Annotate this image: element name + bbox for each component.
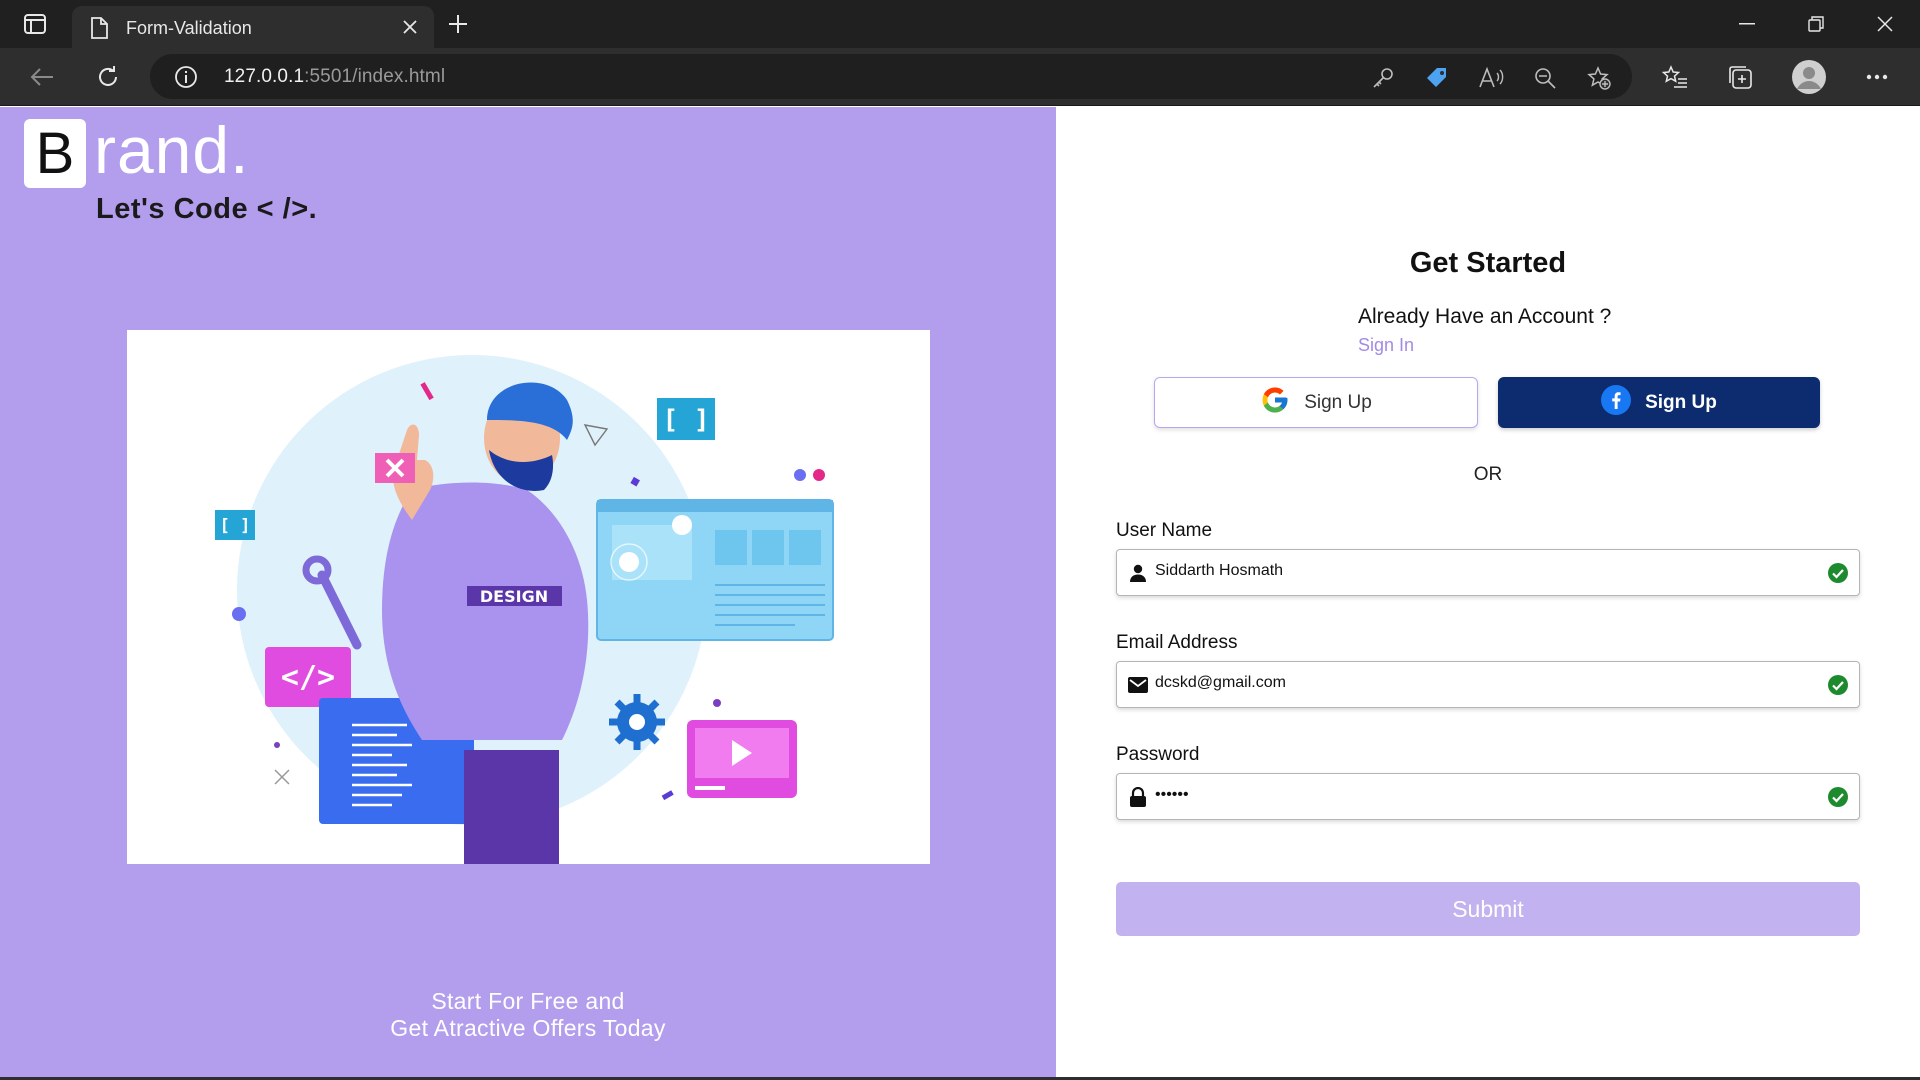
browser-tab-bar: Form-Validation bbox=[0, 0, 1920, 48]
design-label: DESIGN bbox=[480, 587, 548, 606]
close-tab-icon[interactable] bbox=[398, 15, 422, 39]
profile-avatar-icon[interactable] bbox=[1791, 59, 1827, 95]
password-field[interactable]: •••••• bbox=[1116, 773, 1860, 820]
password-value: •••••• bbox=[1155, 786, 1189, 803]
valid-check-icon bbox=[1827, 562, 1849, 589]
sign-in-link[interactable]: Sign In bbox=[1358, 335, 1414, 356]
email-value: dcskd@gmail.com bbox=[1155, 674, 1286, 691]
add-favorite-icon[interactable] bbox=[1586, 65, 1612, 91]
facebook-icon bbox=[1601, 384, 1632, 421]
envelope-icon bbox=[1127, 674, 1149, 696]
signup-form-panel: Get Started Already Have an Account ? Si… bbox=[1056, 107, 1920, 1080]
new-tab-icon[interactable] bbox=[444, 10, 472, 38]
svg-text:[ ]: [ ] bbox=[220, 516, 251, 536]
collections-icon[interactable] bbox=[1725, 62, 1755, 92]
zoom-out-icon[interactable] bbox=[1532, 65, 1558, 91]
tab-actions-icon[interactable] bbox=[14, 10, 56, 38]
page-icon bbox=[90, 17, 108, 44]
site-info-icon[interactable] bbox=[174, 65, 198, 94]
reload-icon[interactable] bbox=[91, 60, 125, 94]
address-bar[interactable]: 127.0.0.1:5501/index.html bbox=[150, 54, 1632, 99]
svg-text:[ ]: [ ] bbox=[663, 405, 710, 435]
facebook-signup-button[interactable]: Sign Up bbox=[1498, 377, 1820, 428]
key-icon[interactable] bbox=[1370, 65, 1396, 91]
valid-check-icon bbox=[1827, 674, 1849, 701]
email-label: Email Address bbox=[1116, 632, 1238, 653]
facebook-button-label: Sign Up bbox=[1645, 391, 1717, 413]
minimize-icon[interactable] bbox=[1720, 8, 1774, 40]
form-title: Get Started bbox=[1409, 247, 1567, 279]
user-icon bbox=[1127, 562, 1149, 584]
close-window-icon[interactable] bbox=[1858, 8, 1912, 40]
logo-text: rand. bbox=[94, 113, 250, 187]
username-field[interactable]: Siddarth Hosmath bbox=[1116, 549, 1860, 596]
left-panel: B rand. Let's Code < />. [ ] [] </> DES… bbox=[0, 107, 1056, 1080]
valid-check-icon bbox=[1827, 786, 1849, 813]
username-label: User Name bbox=[1116, 520, 1213, 541]
lock-icon bbox=[1127, 786, 1149, 808]
tagline: Let's Code < />. bbox=[96, 193, 318, 225]
submit-button[interactable]: Submit bbox=[1116, 882, 1860, 936]
hero-illustration: [ ] [ ] </> DESIGN bbox=[127, 330, 930, 864]
password-label: Password bbox=[1116, 744, 1200, 765]
browser-toolbar: 127.0.0.1:5501/index.html bbox=[0, 48, 1920, 106]
url-text: 127.0.0.1:5501/index.html bbox=[224, 66, 446, 87]
promo-line-1: Start For Free and bbox=[431, 988, 625, 1014]
promo-line-2: Get Atractive Offers Today bbox=[390, 1015, 666, 1041]
email-field[interactable]: dcskd@gmail.com bbox=[1116, 661, 1860, 708]
promo-text: Start For Free and Get Atractive Offers … bbox=[0, 988, 1056, 1042]
tab-title: Form-Validation bbox=[126, 18, 252, 38]
read-aloud-icon[interactable] bbox=[1478, 65, 1504, 91]
svg-text:</>: </> bbox=[281, 660, 335, 695]
more-menu-icon[interactable] bbox=[1862, 62, 1892, 92]
coupon-tag-icon[interactable] bbox=[1424, 65, 1450, 91]
google-button-label: Sign Up bbox=[1304, 391, 1372, 413]
back-icon[interactable] bbox=[25, 60, 59, 94]
logo-letter-box: B bbox=[24, 119, 86, 188]
or-divider: OR bbox=[1473, 464, 1503, 485]
username-value: Siddarth Hosmath bbox=[1155, 562, 1284, 579]
google-icon bbox=[1260, 385, 1290, 421]
logo-letter: B bbox=[35, 120, 75, 186]
google-signup-button[interactable]: Sign Up bbox=[1154, 377, 1478, 428]
have-account-text: Already Have an Account ? bbox=[1358, 305, 1612, 328]
restore-icon[interactable] bbox=[1789, 8, 1843, 40]
web-page: B rand. Let's Code < />. [ ] [] </> DES… bbox=[0, 107, 1920, 1080]
browser-tab[interactable]: Form-Validation bbox=[72, 6, 434, 48]
favorites-icon[interactable] bbox=[1660, 62, 1690, 92]
